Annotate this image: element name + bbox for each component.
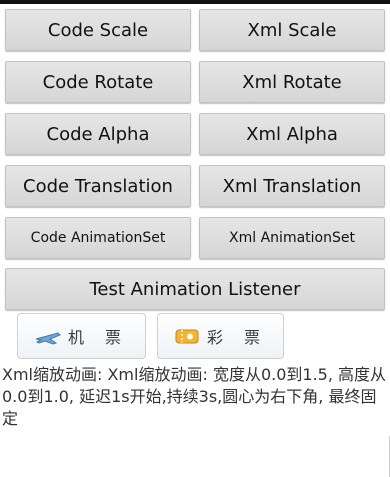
airplane-icon (34, 325, 62, 347)
code-alpha-button[interactable]: Code Alpha (5, 113, 191, 155)
lottery-ticket-label: 彩 票 (206, 328, 269, 347)
code-scale-button[interactable]: Code Scale (5, 9, 191, 51)
lottery-ticket-button[interactable]: 彩 票 (157, 313, 284, 359)
xml-scale-button[interactable]: Xml Scale (199, 9, 385, 51)
test-animation-listener-button[interactable]: Test Animation Listener (5, 268, 385, 310)
flight-ticket-button[interactable]: 机 票 (17, 313, 146, 359)
animation-description: Xml缩放动画: Xml缩放动画: 宽度从0.0到1.5, 高度从0.0到1.0… (2, 365, 387, 428)
xml-translation-button[interactable]: Xml Translation (199, 165, 385, 207)
code-rotate-button[interactable]: Code Rotate (5, 61, 191, 103)
lottery-ticket-icon (173, 325, 201, 347)
flight-ticket-label: 机 票 (67, 328, 130, 347)
xml-animationset-button[interactable]: Xml AnimationSet (199, 217, 385, 259)
code-translation-button[interactable]: Code Translation (5, 165, 191, 207)
code-animationset-button[interactable]: Code AnimationSet (5, 217, 191, 259)
status-bar-edge (0, 0, 390, 4)
xml-alpha-button[interactable]: Xml Alpha (199, 113, 385, 155)
xml-rotate-button[interactable]: Xml Rotate (199, 61, 385, 103)
